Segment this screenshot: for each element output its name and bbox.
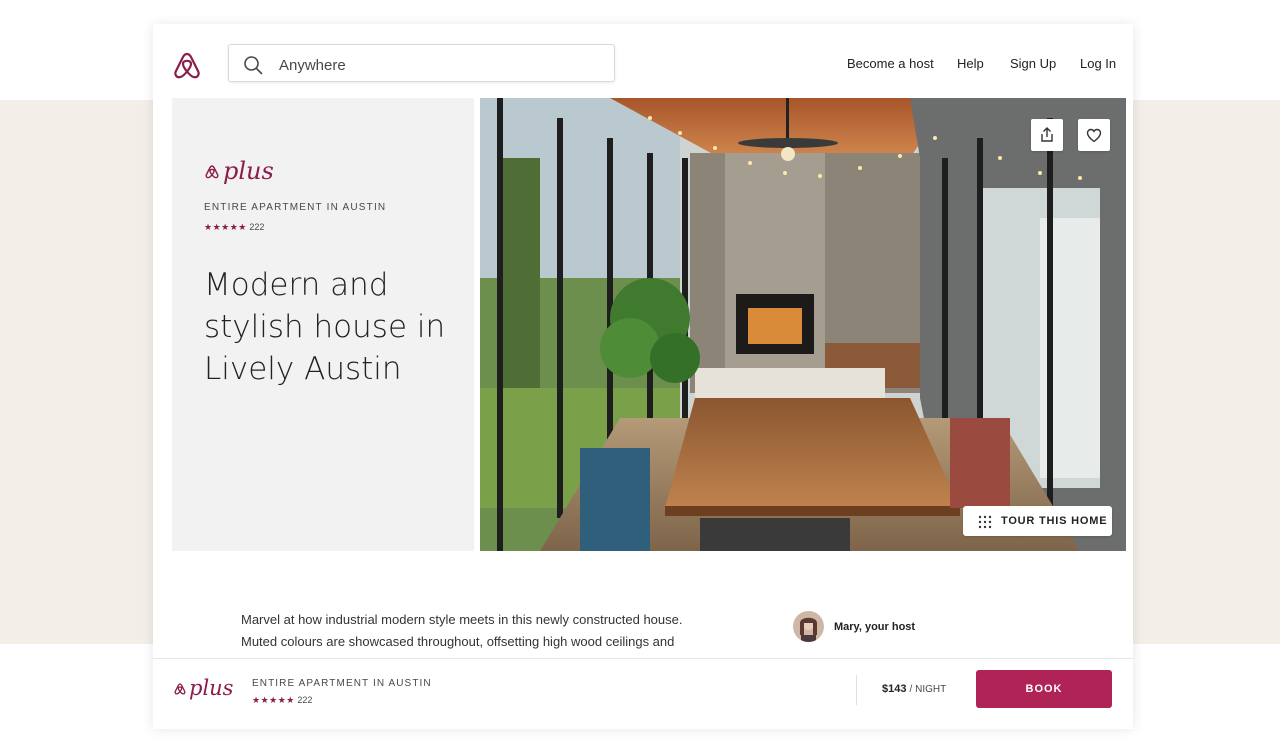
footer-listing-type: ENTIRE APARTMENT IN AUSTIN <box>252 678 432 689</box>
nav-log-in[interactable]: Log In <box>1080 56 1116 71</box>
search-box[interactable] <box>228 44 615 82</box>
rating-stars: ★★★★★ <box>204 222 247 232</box>
price-per-night: $143 / NIGHT <box>882 683 946 695</box>
search-icon <box>244 56 263 75</box>
host-avatar[interactable] <box>793 611 824 642</box>
price-amount: $143 <box>882 683 907 695</box>
search-input[interactable] <box>277 53 601 77</box>
nav-help[interactable]: Help <box>957 56 984 71</box>
nav-sign-up[interactable]: Sign Up <box>1010 56 1056 71</box>
nav-become-a-host[interactable]: Become a host <box>847 56 934 71</box>
listing-info-panel: plus ENTIRE APARTMENT IN AUSTIN ★★★★★ 22… <box>172 98 474 551</box>
tour-this-home-button[interactable]: TOUR THIS HOME <box>963 506 1112 536</box>
share-icon <box>1041 127 1053 142</box>
book-button[interactable]: BOOK <box>976 670 1112 708</box>
listing-type: ENTIRE APARTMENT IN AUSTIN <box>204 202 387 213</box>
listing-page-card: Become a host Help Sign Up Log In plus E… <box>153 24 1133 729</box>
grid-dots-icon <box>978 515 992 529</box>
footer-review-count: 222 <box>297 695 313 705</box>
airbnb-logo-icon[interactable] <box>172 51 202 79</box>
rating: ★★★★★ 222 <box>204 222 264 233</box>
listing-description: Marvel at how industrial modern style me… <box>241 612 683 649</box>
footer-rating: ★★★★★ 222 <box>252 695 312 706</box>
price-unit: / NIGHT <box>909 684 947 695</box>
booking-bar: plus ENTIRE APARTMENT IN AUSTIN ★★★★★ 22… <box>153 658 1133 729</box>
listing-title: Modern and stylish house in Lively Austi… <box>204 267 446 387</box>
save-button[interactable] <box>1078 119 1110 151</box>
review-count: 222 <box>249 222 265 232</box>
host-name: Mary, your host <box>834 621 916 633</box>
patio-scene-image <box>480 98 1126 551</box>
airbnb-plus-logo: plus <box>205 157 274 185</box>
divider <box>856 675 857 705</box>
heart-icon <box>1086 128 1102 143</box>
host-avatar-image <box>793 611 824 642</box>
share-button[interactable] <box>1031 119 1063 151</box>
svg-text:plus: plus <box>189 676 234 700</box>
footer-rating-stars: ★★★★★ <box>252 695 295 705</box>
svg-text:plus: plus <box>223 157 274 185</box>
listing-photo[interactable]: TOUR THIS HOME <box>480 98 1126 551</box>
airbnb-plus-logo-small: plus <box>174 676 234 700</box>
tour-label: TOUR THIS HOME <box>1001 515 1108 527</box>
